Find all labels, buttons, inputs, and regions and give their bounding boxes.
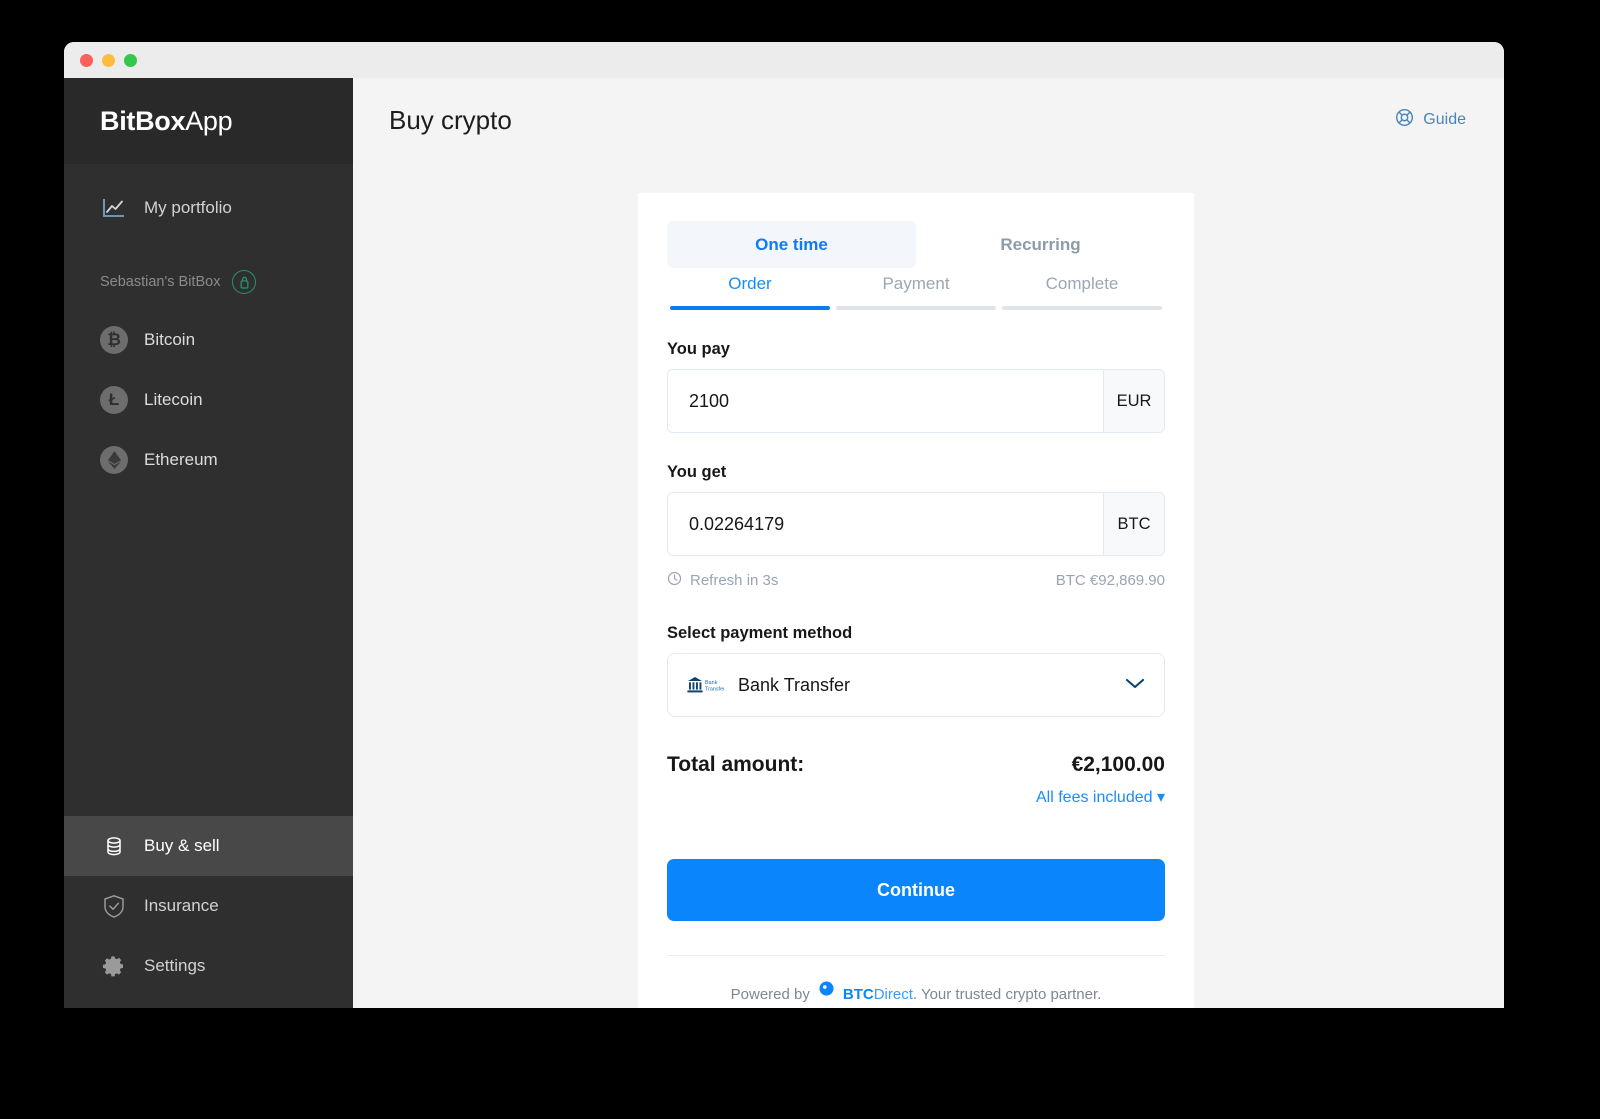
total-row: Total amount: €2,100.00	[667, 753, 1165, 777]
zoom-button[interactable]	[124, 53, 137, 67]
payment-method-label: Select payment method	[667, 624, 853, 642]
main-content: Buy crypto Guide One time Recurring Orde…	[353, 78, 1504, 1008]
app-logo-bold: BitBox	[100, 105, 186, 136]
app-logo: BitBox App	[64, 78, 353, 164]
powered-by-line: Powered by BTCDirect. Your trusted crypt…	[667, 980, 1165, 1008]
step-bar	[836, 306, 996, 310]
btcdirect-tagline: . Your trusted crypto partner.	[912, 985, 1102, 1003]
you-pay-input[interactable]: 2100	[668, 370, 1103, 432]
btcdirect-light: Direct	[873, 985, 913, 1003]
shield-check-icon	[100, 892, 128, 920]
app-window: BitBox App My portfolio Sebastian's BitBo…	[64, 42, 1504, 1008]
sidebar-item-insurance[interactable]: Insurance	[64, 876, 353, 936]
sidebar-item-label: Ethereum	[144, 450, 218, 469]
step-bar	[670, 306, 830, 310]
svg-text:Bank: Bank	[705, 680, 718, 686]
payment-method-value: Bank Transfer	[738, 674, 851, 695]
sidebar-item-bitcoin[interactable]: ₿ Bitcoin	[64, 310, 353, 370]
bank-transfer-icon: Bank Transfer	[684, 672, 724, 698]
bitcoin-icon: ₿	[100, 326, 128, 354]
you-pay-label: You pay	[667, 340, 730, 358]
sidebar-item-litecoin[interactable]: Ł Litecoin	[64, 370, 353, 430]
sidebar-coin-list: ₿ Bitcoin Ł Litecoin Ethereum	[64, 310, 353, 490]
chart-line-icon	[100, 194, 128, 222]
btcdirect-name: BTCDirect. Your trusted crypto partner.	[843, 981, 1101, 1009]
continue-button[interactable]: Continue	[667, 859, 1165, 921]
guide-link[interactable]: Guide	[1395, 108, 1466, 132]
step-label: Payment	[882, 274, 950, 293]
bitbox-device-icon	[232, 270, 257, 294]
tab-recurring[interactable]: Recurring	[916, 221, 1165, 268]
caret-down-icon: ▾	[1156, 789, 1165, 806]
you-pay-row[interactable]: 2100 EUR	[667, 369, 1165, 433]
powered-by-label: Powered by	[730, 985, 810, 1003]
sidebar: BitBox App My portfolio Sebastian's BitBo…	[64, 78, 353, 1008]
total-value: €2,100.00	[1071, 753, 1165, 776]
lifebuoy-icon	[1395, 108, 1414, 132]
guide-label: Guide	[1423, 111, 1466, 128]
litecoin-icon: Ł	[100, 386, 128, 414]
all-fees-included-label: All fees included	[1036, 789, 1153, 806]
sidebar-item-settings[interactable]: Settings	[64, 936, 353, 996]
step-complete[interactable]: Complete	[999, 274, 1165, 310]
window-titlebar	[64, 42, 1504, 78]
window-body: BitBox App My portfolio Sebastian's BitBo…	[64, 78, 1504, 1008]
you-pay-currency[interactable]: EUR	[1103, 370, 1164, 432]
refresh-label: Refresh in 3s	[690, 572, 779, 589]
coins-stack-icon	[100, 832, 128, 860]
step-order[interactable]: Order	[667, 274, 833, 310]
refresh-indicator: Refresh in 3s	[667, 571, 778, 590]
you-get-label: You get	[667, 463, 727, 481]
sidebar-item-label: Bitcoin	[144, 330, 196, 349]
screen: BitBox App My portfolio Sebastian's BitBo…	[0, 0, 1600, 1119]
card-inner: One time Recurring Order Payment Complet…	[638, 193, 1194, 1008]
buy-crypto-card: One time Recurring Order Payment Complet…	[638, 193, 1194, 1008]
you-get-input[interactable]: 0.02264179	[668, 493, 1103, 555]
total-label: Total amount:	[667, 753, 805, 776]
sidebar-item-label: Insurance	[144, 896, 219, 915]
step-label: Complete	[1045, 274, 1119, 293]
sidebar-device-row[interactable]: Sebastian's BitBox	[64, 260, 353, 304]
sidebar-item-label: My portfolio	[144, 198, 232, 217]
step-payment[interactable]: Payment	[833, 274, 999, 310]
sidebar-item-ethereum[interactable]: Ethereum	[64, 430, 353, 490]
payment-method-select[interactable]: Bank Transfer Bank Transfer	[667, 653, 1165, 717]
exchange-rate: BTC €92,869.90	[1055, 572, 1165, 589]
close-button[interactable]	[80, 53, 93, 67]
all-fees-included-toggle[interactable]: All fees included ▾	[667, 787, 1165, 807]
page-title: Buy crypto	[389, 104, 512, 135]
sidebar-bottom-nav: Buy & sell Insurance Settings	[64, 816, 353, 1008]
step-bar	[1002, 306, 1162, 310]
sidebar-item-label: Litecoin	[144, 390, 203, 409]
you-get-row[interactable]: 0.02264179 BTC	[667, 492, 1165, 556]
gear-icon	[100, 952, 128, 980]
step-progress: Order Payment Complete	[667, 274, 1165, 310]
app-logo-light: App	[185, 105, 233, 136]
sidebar-device-label: Sebastian's BitBox	[100, 274, 221, 290]
sidebar-item-label: Settings	[144, 956, 206, 975]
minimize-button[interactable]	[102, 53, 115, 67]
sidebar-item-label: Buy & sell	[144, 836, 220, 855]
chevron-down-icon[interactable]	[1124, 676, 1146, 695]
you-get-currency[interactable]: BTC	[1103, 493, 1164, 555]
svg-text:Transfer: Transfer	[705, 687, 724, 693]
sidebar-item-buy-and-sell[interactable]: Buy & sell	[64, 816, 353, 876]
frequency-tabs: One time Recurring	[667, 221, 1165, 268]
card-footer: Powered by BTCDirect. Your trusted crypt…	[667, 955, 1165, 1008]
clock-icon	[667, 571, 682, 590]
btcdirect-bold: BTC	[842, 985, 874, 1003]
sidebar-item-my-portfolio[interactable]: My portfolio	[64, 178, 353, 238]
step-label: Order	[728, 274, 772, 293]
main-header: Buy crypto Guide	[353, 78, 1504, 162]
rate-meta-row: Refresh in 3s BTC €92,869.90	[667, 571, 1165, 590]
ethereum-icon	[100, 446, 128, 474]
btcdirect-logo-icon	[817, 980, 836, 1008]
tab-one-time[interactable]: One time	[667, 221, 916, 268]
